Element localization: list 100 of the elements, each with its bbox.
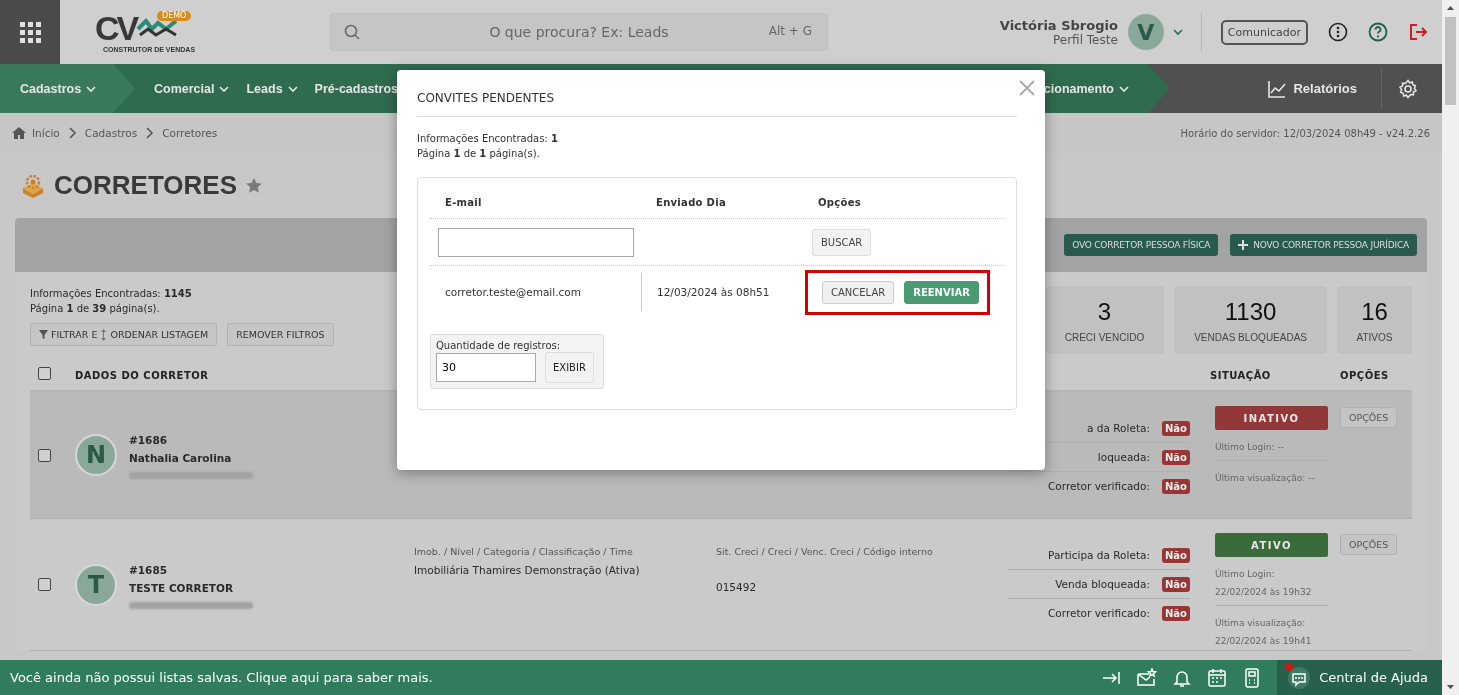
no-badge: Não: [1162, 478, 1190, 494]
caret-icon: [1118, 83, 1130, 94]
search-button[interactable]: BUSCAR: [812, 228, 872, 256]
select-all-checkbox[interactable]: [38, 367, 51, 380]
nav-menu-item[interactable]: cionamento: [1043, 77, 1130, 100]
column-header: Opções: [818, 196, 861, 208]
page-size-label: Quantidade de registros:: [436, 340, 562, 351]
broker-id: #1686: [129, 433, 169, 448]
new-broker-button[interactable]: NOVO CORRETOR PESSOA JURÍDICA: [1230, 234, 1417, 256]
status-badge: INATIVO: [1215, 406, 1328, 430]
last-login: Último Login:: [1215, 567, 1276, 581]
email-filter-field[interactable]: [438, 227, 634, 257]
filter-sort-button[interactable]: FILTRAR E ORDENAR LISTAGEM: [30, 323, 218, 346]
user-profile: Perfil Teste: [1053, 32, 1118, 47]
property-label: loqueada:: [1097, 451, 1150, 463]
broker-name: TESTE CORRETOR: [129, 580, 235, 596]
stat-value: 16: [1361, 297, 1388, 326]
chevron-icon: [67, 127, 77, 139]
stat-value: 1130: [1224, 297, 1277, 326]
new-broker-button[interactable]: OVO CORRETOR PESSOA FÍSICA: [1064, 234, 1219, 256]
field-label: Imob. / Nível / Categoria / Classificação / Time: [414, 546, 634, 557]
last-view: 22/02/2024 às 19h41: [1215, 635, 1313, 648]
communicator-button[interactable]: Comunicador: [1220, 19, 1308, 45]
settings-icon[interactable]: [1398, 78, 1418, 99]
broker-avatar: N: [75, 434, 117, 476]
nav-menu-item[interactable]: Comercial: [154, 77, 231, 100]
no-badge: Não: [1162, 449, 1190, 465]
property-label: Corretor verificado:: [1048, 607, 1150, 619]
star-icon[interactable]: [245, 177, 263, 194]
chart-icon: [1267, 78, 1288, 99]
clear-filters-button[interactable]: REMOVER FILTROS: [227, 323, 334, 346]
chevron-icon: [145, 127, 155, 139]
field-value: Imobiliária Thamires Demonstração (Ativa): [414, 564, 641, 576]
row-checkbox[interactable]: [38, 578, 51, 591]
results-count: Informações Encontradas: 1: [417, 132, 559, 146]
user-avatar[interactable]: V: [1127, 14, 1164, 50]
results-count: Informações Encontradas: 1145: [30, 287, 193, 301]
plus-icon: [1238, 240, 1249, 250]
last-login: Último Login: --: [1215, 440, 1285, 454]
broker-id: #1685: [129, 562, 169, 578]
table-cell-text: corretor.teste@email.com: [444, 286, 582, 298]
page-count: Página 1 de 1 página(s).: [417, 147, 541, 161]
page-size-field[interactable]: 30: [436, 353, 536, 382]
table-cell: 12/03/2024 às 08h51: [641, 273, 803, 311]
last-view: Última visualização: --: [1215, 471, 1316, 485]
breadcrumb-link[interactable]: Cadastros: [84, 127, 138, 139]
caret-icon: [85, 83, 98, 94]
calendar-icon[interactable]: [1207, 667, 1228, 688]
scrollbar[interactable]: [1442, 0, 1459, 695]
resend-button[interactable]: REENVIAR: [904, 280, 979, 304]
shortcut-hint: Alt + G: [768, 24, 812, 38]
reports-link[interactable]: Relatórios: [1261, 77, 1363, 100]
stat-label: ATIVOS: [1356, 331, 1393, 343]
apps-menu-button[interactable]: [0, 0, 60, 64]
search-icon: [344, 24, 360, 40]
options-button[interactable]: OPÇÕES: [1340, 534, 1398, 555]
breadcrumb-link[interactable]: Início: [12, 126, 60, 140]
stat-label: CRECI VENCIDO: [1064, 331, 1145, 343]
user-name: Victória Sbrogio: [999, 17, 1118, 33]
column-header: DADOS DO CORRETOR: [75, 370, 209, 381]
row-checkbox[interactable]: [38, 448, 51, 462]
no-badge: Não: [1162, 420, 1190, 436]
help-center-button[interactable]: Central de Ajuda: [1277, 660, 1442, 695]
cancel-button[interactable]: CANCELAR: [822, 280, 895, 304]
property-label: Venda bloqueada:: [1055, 578, 1150, 590]
broker-avatar: T: [75, 563, 117, 606]
logout-icon[interactable]: [1408, 22, 1428, 42]
column-header: OPÇÕES: [1340, 370, 1389, 381]
sort-icon: [100, 328, 108, 341]
more-options-icon[interactable]: [1328, 22, 1348, 42]
demo-badge: DEMO: [157, 11, 192, 21]
funnel-icon: [39, 330, 48, 339]
home-icon: [12, 126, 26, 140]
show-button[interactable]: EXIBIR: [545, 352, 594, 383]
apps-grid-icon: [19, 21, 41, 43]
field-label: Sit. Creci / Creci / Venc. Creci / Código interno: [716, 546, 934, 557]
help-icon[interactable]: [1368, 22, 1388, 42]
chat-icon: [1287, 665, 1312, 690]
logo-text: CV: [95, 11, 137, 45]
caret-icon[interactable]: [1171, 27, 1184, 37]
property-label: Corretor verificado:: [1048, 480, 1150, 492]
nav-menu-item[interactable]: Cadastros: [0, 64, 135, 113]
column-header: SITUAÇÃO: [1210, 370, 1271, 381]
mail-star-icon[interactable]: [1137, 667, 1158, 688]
caret-icon: [286, 83, 299, 94]
page-title: CORRETORES: [54, 170, 237, 201]
nav-menu-item[interactable]: Leads: [246, 77, 299, 100]
property-label: Participa da Roleta:: [1048, 549, 1150, 561]
status-badge: ATIVO: [1215, 533, 1328, 557]
no-badge: Não: [1162, 547, 1190, 563]
options-button[interactable]: OPÇÕES: [1340, 407, 1398, 428]
brokers-icon: [20, 172, 46, 199]
server-time: Horário do servidor: 12/03/2024 08h49 - v24.2.26: [1180, 127, 1430, 139]
saved-lists-message[interactable]: Você ainda não possui listas salvas. Clique aqui para saber mais.: [0, 670, 1103, 685]
nav-menu-item[interactable]: Pré-cadastros: [314, 77, 398, 100]
last-login: 22/02/2024 às 19h32: [1215, 586, 1313, 599]
caret-icon: [218, 83, 231, 94]
breadcrumb-link[interactable]: Corretores: [162, 127, 218, 139]
last-view: Última visualização:: [1215, 616, 1307, 630]
property-label: a da Roleta:: [1087, 422, 1150, 434]
